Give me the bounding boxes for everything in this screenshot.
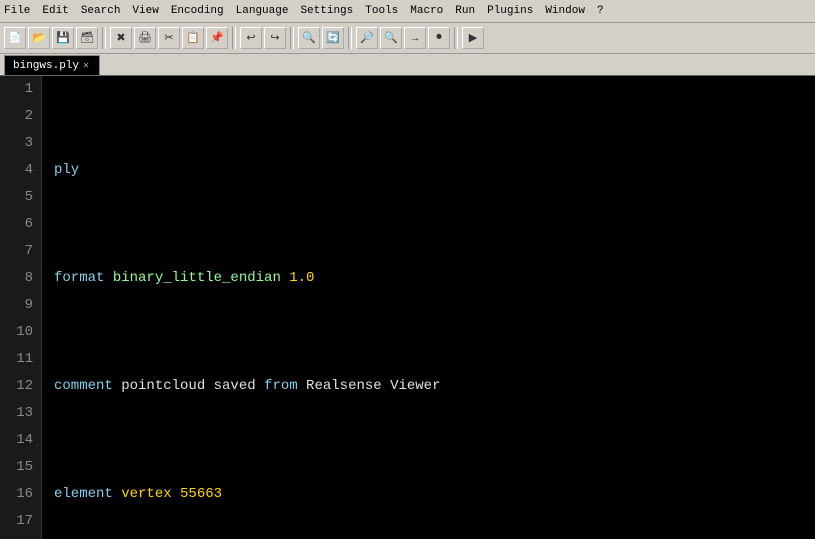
run-button[interactable]: ▶ <box>462 27 484 49</box>
token-55663: 55663 <box>180 481 222 508</box>
ln-15: 15 <box>8 454 33 481</box>
token-binary: binary_little_endian <box>113 265 281 292</box>
ln-8: 8 <box>8 265 33 292</box>
menu-view[interactable]: View <box>132 5 158 17</box>
token-ply: ply <box>54 157 79 184</box>
ln-14: 14 <box>8 427 33 454</box>
token-vertex: vertex <box>121 481 180 508</box>
save-button[interactable]: 💾 <box>52 27 74 49</box>
tab-filename: bingws.ply <box>13 60 79 72</box>
ln-16: 16 <box>8 481 33 508</box>
ln-13: 13 <box>8 400 33 427</box>
tab-bar: bingws.ply ✕ <box>0 54 815 76</box>
paste-button[interactable]: 📌 <box>206 27 228 49</box>
sep2 <box>232 27 236 49</box>
tab-bingws[interactable]: bingws.ply ✕ <box>4 55 100 75</box>
menu-plugins[interactable]: Plugins <box>487 5 533 17</box>
menu-tools[interactable]: Tools <box>365 5 398 17</box>
ln-6: 6 <box>8 211 33 238</box>
icon-bar: 📄 📂 💾 🗃 ✖ 🖨 ✂ 📋 📌 ↩ ↪ 🔍 🔄 🔎 🔍 → ⏺ ▶ <box>0 22 815 53</box>
menu-bar: File Edit Search View Encoding Language … <box>0 0 815 22</box>
open-button[interactable]: 📂 <box>28 27 50 49</box>
ln-2: 2 <box>8 103 33 130</box>
token-format: format <box>54 265 113 292</box>
ln-9: 9 <box>8 292 33 319</box>
menu-macro[interactable]: Macro <box>410 5 443 17</box>
new-button[interactable]: 📄 <box>4 27 26 49</box>
menu-help[interactable]: ? <box>597 5 604 17</box>
code-content[interactable]: ply format binary_little_endian 1.0 comm… <box>42 76 815 539</box>
editor: 1 2 3 4 5 6 7 8 9 10 11 12 13 14 15 16 1… <box>0 76 815 539</box>
redo-button[interactable]: ↪ <box>264 27 286 49</box>
cut-button[interactable]: ✂ <box>158 27 180 49</box>
token-comment: comment <box>54 373 121 400</box>
menu-edit[interactable]: Edit <box>42 5 68 17</box>
code-line-2: format binary_little_endian 1.0 <box>54 265 803 292</box>
save-all-button[interactable]: 🗃 <box>76 27 98 49</box>
ln-12: 12 <box>8 373 33 400</box>
ln-18: 18 <box>8 535 33 539</box>
line-numbers: 1 2 3 4 5 6 7 8 9 10 11 12 13 14 15 16 1… <box>0 76 42 539</box>
undo-button[interactable]: ↩ <box>240 27 262 49</box>
tab-close-icon[interactable]: ✕ <box>83 60 89 72</box>
sep4 <box>348 27 352 49</box>
token-version: 1.0 <box>281 265 315 292</box>
menu-run[interactable]: Run <box>455 5 475 17</box>
find-button[interactable]: 🔍 <box>298 27 320 49</box>
ln-1: 1 <box>8 76 33 103</box>
ln-7: 7 <box>8 238 33 265</box>
zoom-in-button[interactable]: 🔎 <box>356 27 378 49</box>
ln-4: 4 <box>8 157 33 184</box>
sep5 <box>454 27 458 49</box>
code-line-1: ply <box>54 157 803 184</box>
menu-search[interactable]: Search <box>81 5 121 17</box>
print-button[interactable]: 🖨 <box>134 27 156 49</box>
code-line-4: element vertex 55663 <box>54 481 803 508</box>
token-element1: element <box>54 481 121 508</box>
copy-button[interactable]: 📋 <box>182 27 204 49</box>
ln-17: 17 <box>8 508 33 535</box>
ln-5: 5 <box>8 184 33 211</box>
ln-10: 10 <box>8 319 33 346</box>
menu-language[interactable]: Language <box>236 5 289 17</box>
indent-button[interactable]: → <box>404 27 426 49</box>
ln-3: 3 <box>8 130 33 157</box>
token-realsense: Realsense Viewer <box>298 373 441 400</box>
menu-settings[interactable]: Settings <box>300 5 353 17</box>
macro-button[interactable]: ⏺ <box>428 27 450 49</box>
sep3 <box>290 27 294 49</box>
menu-file[interactable]: File <box>4 5 30 17</box>
token-from: from <box>264 373 298 400</box>
menu-window[interactable]: Window <box>545 5 585 17</box>
zoom-out-button[interactable]: 🔍 <box>380 27 402 49</box>
sep1 <box>102 27 106 49</box>
close-button[interactable]: ✖ <box>110 27 132 49</box>
ln-11: 11 <box>8 346 33 373</box>
toolbar: File Edit Search View Encoding Language … <box>0 0 815 54</box>
code-line-3: comment pointcloud saved from Realsense … <box>54 373 803 400</box>
replace-button[interactable]: 🔄 <box>322 27 344 49</box>
token-comment-text: pointcloud saved <box>121 373 264 400</box>
menu-encoding[interactable]: Encoding <box>171 5 224 17</box>
